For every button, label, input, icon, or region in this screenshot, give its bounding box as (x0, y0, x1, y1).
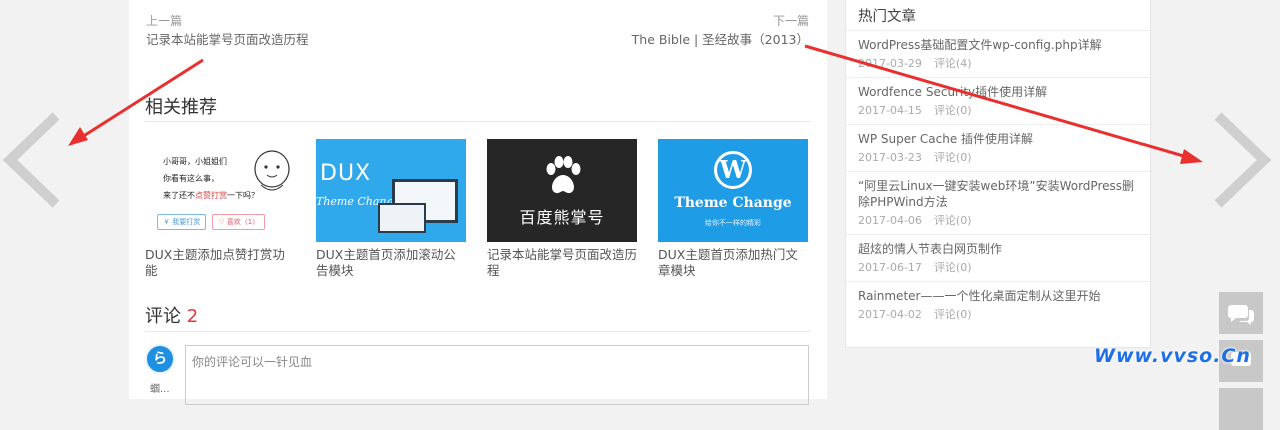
related-item[interactable]: W Theme Change 给你不一样的精彩 DUX主题首页添加热门文章模块 (658, 139, 808, 279)
comments-title-text: 评论 (145, 306, 181, 327)
post-meta: 2017-04-02 评论(0) (858, 306, 1138, 322)
post-title-link[interactable]: Rainmeter——一个性化桌面定制从这里开始 (858, 288, 1138, 304)
related-thumbnail[interactable]: 百度熊掌号 (487, 139, 637, 242)
list-item[interactable]: Rainmeter——一个性化桌面定制从这里开始 2017-04-02 评论(0) (846, 281, 1150, 328)
thumb-text: 你看有这么事， (163, 174, 219, 183)
list-item[interactable]: WP Super Cache 插件使用详解 2017-03-23 评论(0) (846, 124, 1150, 171)
comments-divider (145, 331, 811, 332)
post-title-link[interactable]: 超炫的情人节表白网页制作 (858, 241, 1138, 257)
article-area: 上一篇 记录本站能掌号页面改造历程 下一篇 The Bible | 圣经故事（2… (129, 0, 827, 405)
list-item[interactable]: 超炫的情人节表白网页制作 2017-06-17 评论(0) (846, 234, 1150, 281)
thumb-like-badge: ♡ 喜欢（1） (212, 214, 266, 230)
related-caption[interactable]: DUX主题首页添加热门文章模块 (658, 247, 808, 279)
arrowhead-left-icon (68, 127, 88, 146)
chevron-right-icon[interactable] (1212, 112, 1272, 208)
next-post-label: 下一篇 (772, 14, 809, 28)
laptop-icon (378, 203, 426, 233)
paw-icon (546, 156, 581, 194)
comments-title: 评论 2 (145, 302, 198, 328)
thumb-buttons: ￥ 我要打赏 ♡ 喜欢（1） (157, 214, 266, 230)
related-thumbnail[interactable]: DUX Theme Change (316, 139, 466, 242)
related-caption[interactable]: 记录本站能掌号页面改造历程 (487, 247, 637, 279)
post-date: 2017-04-15 (858, 104, 922, 117)
related-thumbnail[interactable]: 小哥哥，小姐姐们 你看有这么事， 来了还不点赞打赏一下吗？ ￥ 我要打赏 ♡ 喜… (145, 139, 295, 242)
post-meta: 2017-04-06 评论(0) (858, 212, 1138, 228)
thumb-text: 来了还不点赞打赏一下吗？ (163, 190, 259, 201)
post-title-link[interactable]: WP Super Cache 插件使用详解 (858, 131, 1138, 147)
list-item[interactable]: Wordfence Security插件使用详解 2017-04-15 评论(0) (846, 77, 1150, 124)
related-thumbnail[interactable]: W Theme Change 给你不一样的精彩 (658, 139, 808, 242)
user-name: 蝈... (150, 384, 170, 395)
thumb-subtitle: 给你不一样的精彩 (705, 219, 761, 227)
sidebar-hot-posts: 热门文章 WordPress基础配置文件wp-config.php详解 2017… (845, 0, 1151, 348)
comment-input[interactable]: 你的评论可以一针见血 (185, 345, 809, 405)
arrowhead-right-icon (1180, 149, 1203, 164)
thumb-brand: DUX (320, 161, 372, 186)
chevron-left-icon[interactable] (2, 112, 62, 208)
cartoon-face-icon (254, 150, 290, 191)
post-comments: 评论(4) (933, 57, 972, 70)
related-item[interactable]: 百度熊掌号 记录本站能掌号页面改造历程 (487, 139, 637, 279)
list-item[interactable]: “阿里云Linux一键安装web环境”安装WordPress删除PHPWind方… (846, 171, 1150, 234)
post-date: 2017-04-06 (858, 214, 922, 227)
next-post-link[interactable]: The Bible | 圣经故事（2013） (632, 29, 809, 48)
thumb-text: 小哥哥，小姐姐们 (163, 157, 227, 166)
comments-count: 2 (186, 306, 199, 327)
post-date: 2017-03-29 (858, 57, 922, 70)
post-comments: 评论(0) (933, 214, 972, 227)
thumb-brand: Theme Change (674, 195, 792, 211)
post-comments: 评论(0) (933, 151, 972, 164)
related-caption[interactable]: DUX主题首页添加滚动公告模块 (316, 247, 466, 279)
post-date: 2017-04-02 (858, 308, 922, 321)
post-comments: 评论(0) (933, 308, 972, 321)
post-meta: 2017-03-29 评论(4) (858, 55, 1138, 71)
thumb-text: 百度熊掌号 (519, 208, 605, 227)
post-date: 2017-03-23 (858, 151, 922, 164)
post-meta: 2017-06-17 评论(0) (858, 259, 1138, 275)
hot-posts-list: WordPress基础配置文件wp-config.php详解 2017-03-2… (846, 30, 1150, 328)
related-title: 相关推荐 (145, 97, 217, 118)
prev-post-label: 上一篇 (146, 14, 183, 28)
scroll-top-button[interactable] (1219, 388, 1263, 430)
post-comments: 评论(0) (933, 261, 972, 274)
post-title-link[interactable]: “阿里云Linux一键安装web环境”安装WordPress删除PHPWind方… (858, 178, 1138, 210)
thumb-text-highlight: 点赞打赏 (195, 191, 227, 200)
related-divider (145, 121, 811, 122)
watermark: Www.vvso.Cn (1094, 345, 1251, 367)
post-comments: 评论(0) (933, 104, 972, 117)
list-item[interactable]: WordPress基础配置文件wp-config.php详解 2017-03-2… (846, 30, 1150, 77)
chat-button[interactable] (1219, 292, 1263, 334)
post-meta: 2017-03-23 评论(0) (858, 149, 1138, 165)
related-item[interactable]: 小哥哥，小姐姐们 你看有这么事， 来了还不点赞打赏一下吗？ ￥ 我要打赏 ♡ 喜… (145, 139, 295, 279)
post-title-link[interactable]: Wordfence Security插件使用详解 (858, 84, 1138, 100)
avatar[interactable]: ら (145, 344, 175, 374)
related-caption[interactable]: DUX主题添加点赞打赏功能 (145, 247, 295, 279)
sidebar-title: 热门文章 (858, 9, 916, 25)
related-item[interactable]: DUX Theme Change DUX主题首页添加滚动公告模块 (316, 139, 466, 279)
wordpress-icon: W (714, 151, 752, 189)
post-title-link[interactable]: WordPress基础配置文件wp-config.php详解 (858, 37, 1138, 53)
prev-post-link[interactable]: 记录本站能掌号页面改造历程 (146, 29, 309, 48)
post-meta: 2017-04-15 评论(0) (858, 102, 1138, 118)
thumb-donate-badge: ￥ 我要打赏 (157, 214, 207, 230)
chat-icon (1228, 305, 1254, 325)
post-date: 2017-06-17 (858, 261, 922, 274)
thumb-text-part: 来了还不 (163, 191, 195, 200)
